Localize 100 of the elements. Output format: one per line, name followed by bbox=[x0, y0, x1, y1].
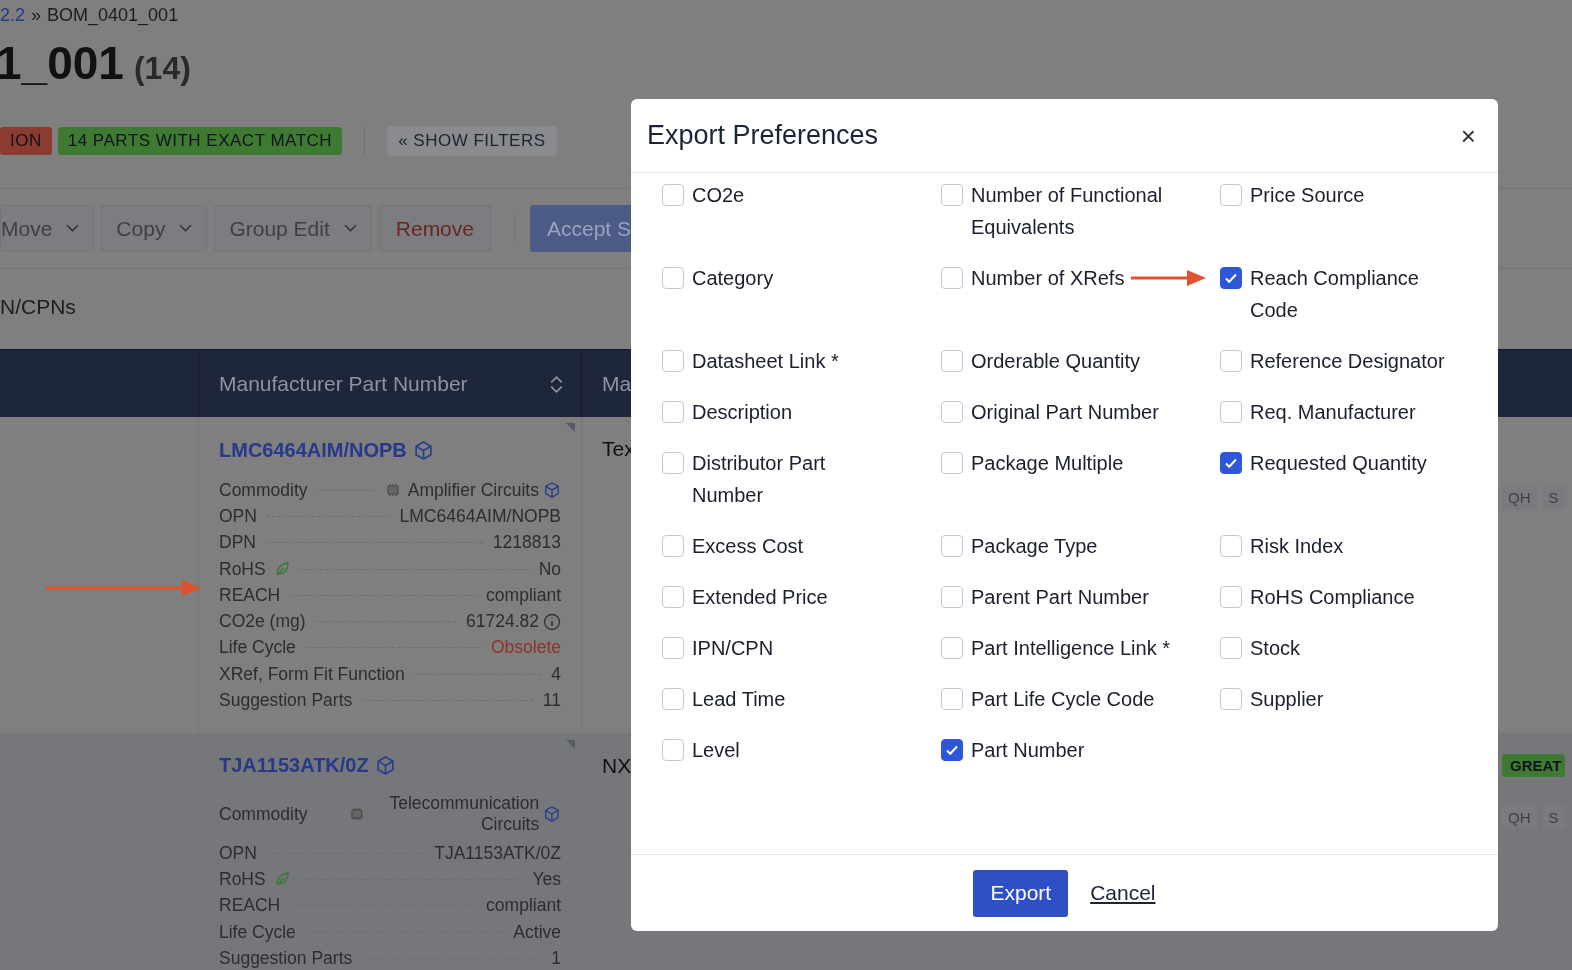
leaf-icon bbox=[273, 871, 290, 888]
checkbox[interactable] bbox=[941, 184, 963, 206]
column-header[interactable]: Manufacturer Part Number bbox=[198, 351, 582, 417]
match-badge: GREAT bbox=[1502, 754, 1566, 777]
checkbox[interactable] bbox=[1220, 267, 1242, 289]
checkbox[interactable] bbox=[662, 535, 684, 557]
corner-triangle-icon bbox=[566, 740, 575, 749]
checkbox[interactable] bbox=[1220, 452, 1242, 474]
field-label: CO2e (mg) bbox=[219, 611, 306, 633]
checkbox-label[interactable]: Level bbox=[692, 734, 740, 766]
checkbox[interactable] bbox=[1220, 184, 1242, 206]
checkbox[interactable] bbox=[941, 586, 963, 608]
checkbox-label[interactable]: Number of Functional Equivalents bbox=[971, 179, 1175, 243]
field-value: LMC6464AIM/NOPB bbox=[399, 505, 561, 527]
field-value: Amplifier Circuits bbox=[407, 479, 539, 501]
status-badge: 14 PARTS WITH EXACT MATCH bbox=[57, 127, 343, 155]
checkbox-label[interactable]: RoHS Compliance bbox=[1250, 581, 1415, 613]
field-value: Yes bbox=[532, 868, 561, 890]
cube-icon bbox=[543, 481, 561, 500]
breadcrumb-current: BOM_0401_001 bbox=[47, 4, 179, 26]
checkbox-label[interactable]: Category bbox=[692, 262, 774, 294]
checkbox-label[interactable]: Stock bbox=[1250, 632, 1301, 664]
field-label: RoHS bbox=[219, 868, 266, 890]
checkbox[interactable] bbox=[941, 637, 963, 659]
checkbox-label[interactable]: CO2e bbox=[692, 179, 745, 211]
checkbox[interactable] bbox=[941, 452, 963, 474]
checkbox[interactable] bbox=[662, 452, 684, 474]
cancel-link[interactable]: Cancel bbox=[1090, 881, 1156, 905]
field-value: Telecommunication Circuits bbox=[388, 793, 540, 835]
checkbox-label[interactable]: Price Source bbox=[1250, 179, 1365, 211]
part-count: (14) bbox=[133, 50, 191, 87]
field-label: REACH bbox=[219, 895, 281, 917]
checkbox[interactable] bbox=[941, 739, 963, 761]
field-label: Commodity bbox=[219, 803, 308, 825]
checkbox[interactable] bbox=[1220, 350, 1242, 372]
checkbox-label[interactable]: Parent Part Number bbox=[971, 581, 1149, 613]
field-label: Commodity bbox=[219, 479, 308, 501]
checkbox[interactable] bbox=[941, 688, 963, 710]
checkbox[interactable] bbox=[662, 350, 684, 372]
field-value: compliant bbox=[486, 584, 561, 606]
checkbox[interactable] bbox=[662, 688, 684, 710]
field-label: XRef, Form Fit Function bbox=[219, 663, 405, 685]
checkbox[interactable] bbox=[662, 184, 684, 206]
field-label: OPN bbox=[219, 505, 257, 527]
checkbox-label[interactable]: Lead Time bbox=[692, 683, 786, 715]
field-label: Suggestion Parts bbox=[219, 690, 353, 711]
show-filters-button[interactable]: « SHOW FILTERS bbox=[387, 126, 557, 156]
status-badge: ION bbox=[0, 127, 52, 155]
checkbox[interactable] bbox=[1220, 688, 1242, 710]
checkbox[interactable] bbox=[1220, 401, 1242, 423]
field-label: Life Cycle bbox=[219, 637, 296, 659]
checkbox-label[interactable]: Number of XRefs bbox=[971, 262, 1125, 294]
checkbox[interactable] bbox=[662, 401, 684, 423]
checkbox-label[interactable]: Package Multiple bbox=[971, 447, 1124, 479]
chevron-down-icon bbox=[343, 224, 357, 233]
checkbox-label[interactable]: Risk Index bbox=[1250, 530, 1344, 562]
field-value: compliant bbox=[486, 895, 561, 917]
cube-icon bbox=[412, 439, 434, 461]
checkbox[interactable] bbox=[941, 535, 963, 557]
field-value: TJA1153ATK/0Z bbox=[434, 842, 561, 864]
checkbox-label[interactable]: Orderable Quantity bbox=[971, 345, 1140, 377]
checkbox[interactable] bbox=[941, 267, 963, 289]
checkbox[interactable] bbox=[662, 586, 684, 608]
checkbox-label[interactable]: IPN/CPN bbox=[692, 632, 774, 664]
checkbox-label[interactable]: Extended Price bbox=[692, 581, 828, 613]
checkbox[interactable] bbox=[941, 350, 963, 372]
leaf-icon bbox=[273, 561, 290, 578]
field-value: 11 bbox=[542, 690, 561, 711]
checkbox[interactable] bbox=[1220, 637, 1242, 659]
checkbox[interactable] bbox=[662, 637, 684, 659]
checkbox-label[interactable]: Excess Cost bbox=[692, 530, 804, 562]
checkbox-label[interactable]: Part Intelligence Link * bbox=[971, 632, 1170, 664]
field-label: Life Cycle bbox=[219, 921, 296, 943]
cube-icon bbox=[543, 805, 561, 823]
checkbox-label[interactable]: Reference Designator bbox=[1250, 345, 1445, 377]
export-button[interactable]: Export bbox=[973, 869, 1069, 917]
chevron-down-icon bbox=[179, 224, 193, 233]
checkbox[interactable] bbox=[662, 739, 684, 761]
checkbox-label[interactable]: Distributor Part Number bbox=[692, 447, 896, 511]
checkbox-label[interactable]: Supplier bbox=[1250, 683, 1324, 715]
checkbox-label[interactable]: Package Type bbox=[971, 530, 1098, 562]
checkbox-label[interactable]: Reach Compliance Code bbox=[1250, 262, 1454, 326]
checkbox-label[interactable]: Part Life Cycle Code bbox=[971, 683, 1155, 715]
checkbox-label[interactable]: Requested Quantity bbox=[1250, 447, 1427, 479]
checkbox-label[interactable]: Datasheet Link * bbox=[692, 345, 839, 377]
checkbox-label[interactable]: Original Part Number bbox=[971, 396, 1159, 428]
checkbox[interactable] bbox=[1220, 535, 1242, 557]
field-value: No bbox=[538, 558, 561, 580]
checkbox[interactable] bbox=[941, 401, 963, 423]
field-label: REACH bbox=[219, 584, 281, 606]
checkbox-label[interactable]: Req. Manufacturer bbox=[1250, 396, 1416, 428]
checkbox[interactable] bbox=[662, 267, 684, 289]
field-label: OPN bbox=[219, 842, 257, 864]
close-button[interactable]: × bbox=[1454, 122, 1482, 149]
manufacturer-cell: NX bbox=[602, 754, 632, 777]
checkbox-label[interactable]: Description bbox=[692, 396, 793, 428]
checkbox[interactable] bbox=[1220, 586, 1242, 608]
checkbox-label[interactable]: Part Number bbox=[971, 734, 1085, 766]
info-icon bbox=[543, 612, 561, 631]
field-value: 61724.82 bbox=[466, 611, 539, 633]
